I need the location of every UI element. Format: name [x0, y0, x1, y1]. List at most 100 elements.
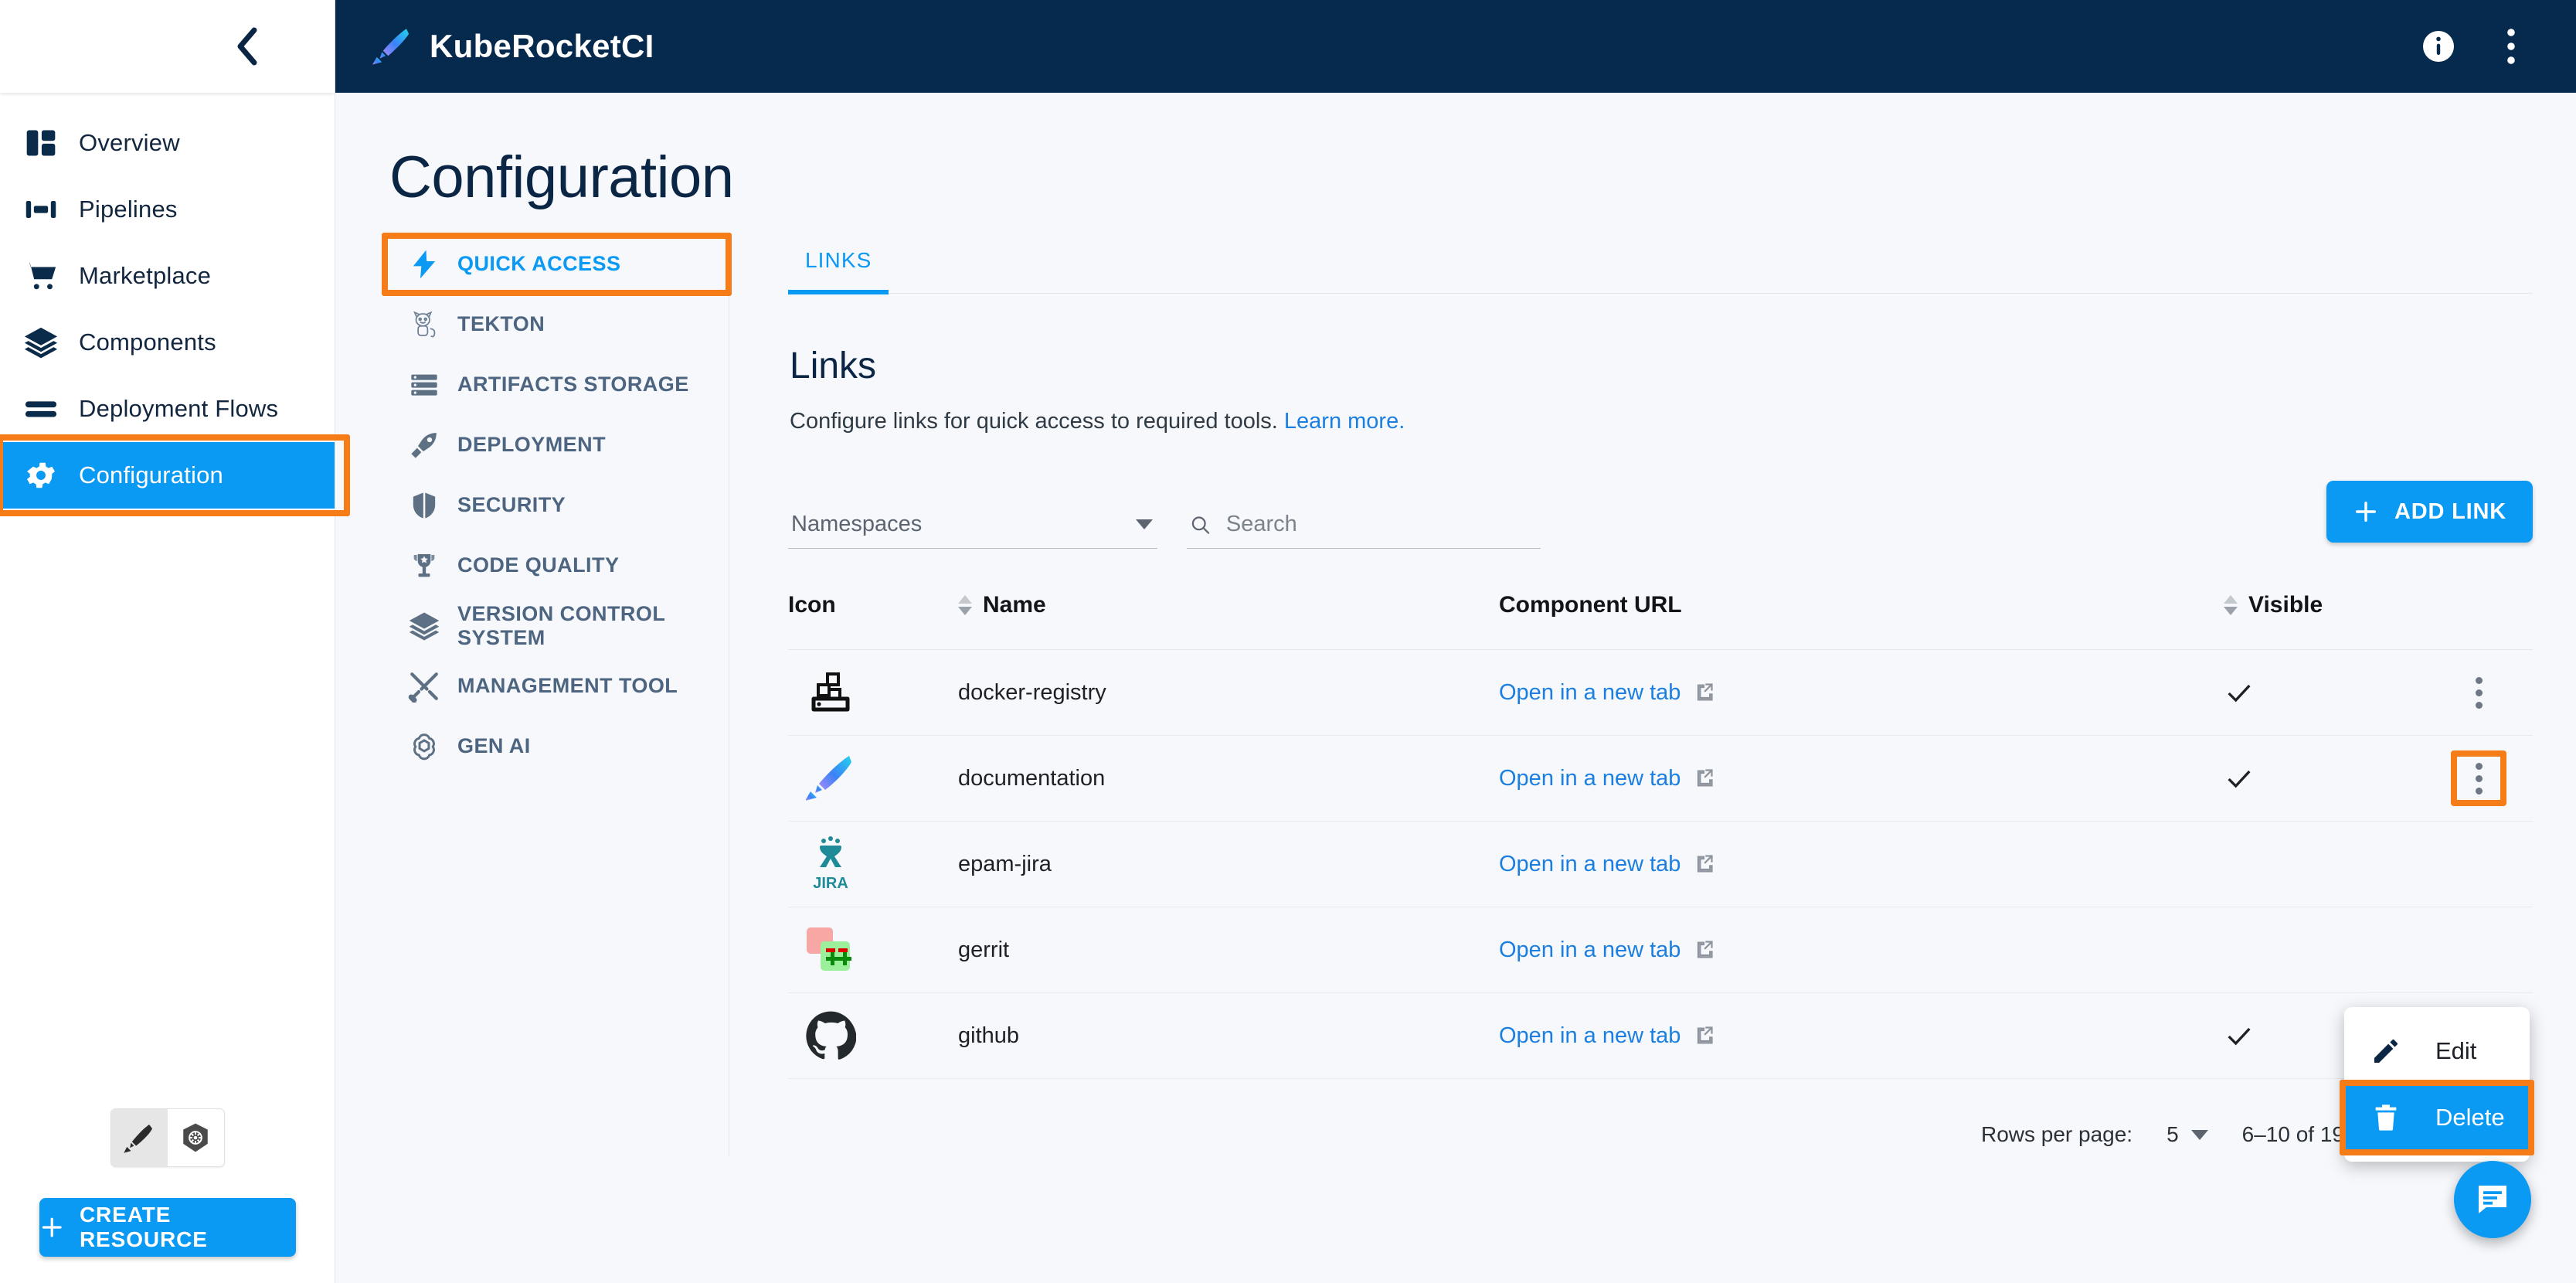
- column-header-actions: [2425, 577, 2533, 650]
- row-menu-button[interactable]: [2459, 672, 2499, 713]
- config-item-label: CODE QUALITY: [457, 553, 620, 577]
- context-menu-label: Edit: [2435, 1037, 2477, 1064]
- view-toggle-kubernetes[interactable]: [168, 1109, 224, 1166]
- rocket-icon: [400, 430, 448, 461]
- sidebar-item-marketplace[interactable]: Marketplace: [0, 243, 335, 309]
- config-item-code-quality[interactable]: CODE QUALITY: [389, 536, 718, 596]
- config-item-label: VERSION CONTROL SYSTEM: [457, 601, 665, 649]
- open-in-new-tab-link[interactable]: Open in a new tab: [1499, 766, 1681, 791]
- cell-url: Open in a new tab: [1499, 907, 2224, 993]
- context-menu-item-edit[interactable]: Edit: [2344, 1018, 2530, 1084]
- kuberocketci-rocket-pen-icon: [788, 736, 873, 821]
- config-item-security[interactable]: SECURITY: [389, 475, 718, 536]
- sidebar-item-pipelines[interactable]: Pipelines: [0, 176, 335, 243]
- tab-links[interactable]: LINKS: [788, 234, 889, 294]
- column-header-visible[interactable]: Visible: [2224, 577, 2425, 650]
- sidebar-item-deployment-flows[interactable]: Deployment Flows: [0, 376, 335, 442]
- search-input[interactable]: [1225, 512, 1536, 537]
- app-root: Overview Pipelines Marketplace Component…: [0, 0, 2576, 1283]
- cell-visible: [2224, 821, 2425, 907]
- chat-fab-button[interactable]: [2454, 1161, 2531, 1238]
- layers-icon: [15, 325, 66, 360]
- row-menu-button-active[interactable]: [2451, 750, 2506, 806]
- visible-check-icon: [2224, 763, 2425, 794]
- header-actions: [2417, 25, 2576, 68]
- cell-name: epam-jira: [958, 821, 1499, 907]
- docker-registry-icon: [788, 650, 873, 735]
- cell-actions: [2425, 821, 2533, 907]
- open-in-new-tab-link[interactable]: Open in a new tab: [1499, 1023, 1681, 1049]
- cell-name: github: [958, 992, 1499, 1079]
- open-in-new-tab-link[interactable]: Open in a new tab: [1499, 852, 1681, 877]
- context-menu-item-delete[interactable]: Delete: [2340, 1080, 2534, 1155]
- page-title: Configuration: [389, 145, 734, 210]
- external-link-icon: [1698, 1026, 1713, 1044]
- sidebar-item-overview[interactable]: Overview: [0, 110, 335, 176]
- cell-name: documentation: [958, 735, 1499, 822]
- cell-url: Open in a new tab: [1499, 649, 2224, 736]
- sidebar-item-label: Components: [79, 328, 216, 356]
- table-header-row: Icon Name Component URL Visible: [788, 577, 2533, 650]
- sort-arrows-icon: [2224, 595, 2238, 615]
- config-item-version-control-system[interactable]: VERSION CONTROL SYSTEM: [389, 596, 718, 656]
- dashboard-icon: [15, 126, 66, 160]
- create-resource-button[interactable]: CREATE RESOURCE: [39, 1198, 296, 1257]
- open-in-new-tab-link[interactable]: Open in a new tab: [1499, 938, 1681, 963]
- sidebar-item-label: Marketplace: [79, 262, 212, 289]
- cell-name: docker-registry: [958, 649, 1499, 736]
- config-item-quick-access[interactable]: QUICK ACCESS: [382, 233, 732, 296]
- cell-actions: [2425, 907, 2533, 993]
- pencil-icon: [2374, 1040, 2398, 1063]
- external-link-icon: [1698, 855, 1713, 873]
- app-header: KubeRocketCI: [335, 0, 2576, 93]
- view-toggle-kuberocketci[interactable]: [110, 1109, 168, 1166]
- table-row: documentation Open in a new tab: [788, 735, 2533, 822]
- config-item-gen-ai[interactable]: GEN AI: [389, 716, 718, 777]
- storage-rows-icon: [400, 369, 448, 400]
- openai-swirl-icon: [400, 730, 448, 763]
- config-item-management-tool[interactable]: MANAGEMENT TOOL: [389, 656, 718, 716]
- lightning-bolt-icon: [400, 249, 448, 280]
- chevron-down-icon: [1136, 519, 1153, 529]
- configuration-body: QUICK ACCESS TEKTON ARTIFACTS STORAGE DE…: [335, 211, 2576, 1162]
- info-button[interactable]: [2417, 25, 2460, 68]
- rows-per-page-select[interactable]: 5: [2166, 1122, 2208, 1147]
- cell-url: Open in a new tab: [1499, 992, 2224, 1079]
- sidebar-item-components[interactable]: Components: [0, 309, 335, 376]
- column-header-component-url: Component URL: [1499, 577, 2224, 650]
- cell-visible: [2224, 735, 2425, 822]
- namespaces-select-label: Namespaces: [791, 512, 923, 536]
- links-panel: LINKS Links Configure links for quick ac…: [729, 234, 2576, 1162]
- namespaces-select[interactable]: Namespaces: [788, 512, 1157, 549]
- chevron-down-icon: [2190, 1129, 2208, 1140]
- header-overflow-button[interactable]: [2489, 25, 2533, 68]
- section-title: Links: [790, 345, 877, 386]
- link-name: gerrit: [958, 937, 1010, 962]
- open-in-new-tab-link[interactable]: Open in a new tab: [1499, 680, 1681, 706]
- column-header-name[interactable]: Name: [958, 577, 1499, 650]
- config-item-tekton[interactable]: TEKTON: [389, 294, 718, 355]
- config-item-label: MANAGEMENT TOOL: [457, 674, 678, 698]
- config-item-deployment[interactable]: DEPLOYMENT: [389, 415, 718, 475]
- sidebar-collapse-button[interactable]: [226, 26, 268, 67]
- deployment-flows-icon: [15, 391, 66, 427]
- configuration-menu: QUICK ACCESS TEKTON ARTIFACTS STORAGE DE…: [382, 233, 732, 1156]
- sidebar-item-label: Pipelines: [79, 196, 178, 223]
- more-vertical-icon: [2507, 29, 2515, 64]
- cell-icon: [788, 735, 958, 822]
- search-field: [1187, 512, 1541, 549]
- learn-more-link[interactable]: Learn more.: [1284, 409, 1405, 434]
- add-link-button[interactable]: ADD LINK: [2326, 481, 2533, 543]
- search-icon: [1191, 516, 1210, 534]
- sidebar-item-label: Configuration: [79, 461, 223, 488]
- link-name: epam-jira: [958, 851, 1052, 876]
- config-item-artifacts-storage[interactable]: ARTIFACTS STORAGE: [389, 355, 718, 415]
- pagination-range: 6–10 of 19: [2241, 1122, 2344, 1146]
- sidebar-item-configuration[interactable]: Configuration: [0, 434, 350, 516]
- brand-logo[interactable]: KubeRocketCI: [335, 26, 654, 66]
- filters-bar: Namespaces ADD LINK: [788, 434, 2533, 549]
- column-header-icon: Icon: [788, 577, 958, 650]
- sort-arrows-icon: [958, 595, 972, 615]
- shield-icon: [400, 490, 448, 521]
- config-item-label: GEN AI: [457, 734, 531, 758]
